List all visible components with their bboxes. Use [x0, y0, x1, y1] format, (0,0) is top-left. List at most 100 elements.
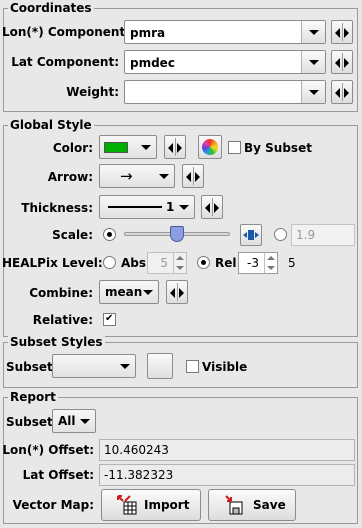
right-arrow-icon	[344, 58, 349, 68]
weight-stepper[interactable]	[331, 80, 353, 104]
thickness-label: Thickness:	[21, 201, 93, 215]
left-arrow-icon	[335, 58, 340, 68]
report-subset-label: Subset:	[6, 415, 58, 429]
global-style-title: Global Style	[8, 118, 94, 132]
checkmark-icon: ✔	[105, 313, 114, 324]
save-label: Save	[253, 498, 286, 512]
lat-component-label: Lat Component:	[11, 55, 119, 69]
scale-value-radio[interactable]	[274, 228, 287, 241]
healpix-effective-level: 5	[288, 256, 296, 270]
color-stepper[interactable]	[164, 135, 186, 159]
scale-value-field[interactable]: 1.9	[291, 224, 355, 246]
report-title: Report	[8, 390, 58, 404]
lon-component-value: pmra	[130, 26, 166, 40]
healpix-rel-radio[interactable]	[197, 256, 210, 269]
subset-styles-title: Subset Styles	[8, 335, 105, 349]
spinner-down-icon[interactable]	[176, 266, 184, 270]
combine-label: Combine:	[29, 286, 93, 300]
subset-styles-subset-select[interactable]	[52, 354, 136, 378]
right-arrow-icon	[344, 88, 349, 98]
arrow-stepper[interactable]	[182, 164, 204, 188]
color-swatch	[104, 142, 128, 153]
lon-component-label: Lon(*) Component:	[2, 25, 131, 39]
lat-component-stepper[interactable]	[331, 50, 353, 74]
scale-label: Scale:	[52, 228, 93, 242]
left-arrow-icon	[170, 288, 175, 298]
chevron-down-icon	[309, 90, 319, 95]
import-button[interactable]: Import	[101, 489, 201, 521]
by-subset-checkbox[interactable]	[228, 141, 241, 154]
spinner-up-icon[interactable]	[176, 256, 184, 260]
arrow-select[interactable]: →	[99, 164, 175, 188]
color-label: Color:	[52, 141, 93, 155]
vector-map-label: Vector Map:	[12, 498, 94, 512]
arrow-label: Arrow:	[47, 170, 93, 184]
thickness-select[interactable]: 1	[99, 195, 195, 219]
color-select[interactable]	[99, 135, 157, 159]
subset-styles-subset-label: Subset:	[6, 360, 58, 374]
lon-component-stepper[interactable]	[331, 20, 353, 44]
healpix-level-label: HEALPix Level:	[2, 256, 103, 270]
right-arrow-icon	[214, 203, 219, 213]
left-arrow-icon	[168, 143, 173, 153]
import-label: Import	[144, 498, 190, 512]
left-arrow-icon	[186, 172, 191, 182]
chevron-down-icon	[159, 174, 169, 179]
left-arrow-icon	[335, 88, 340, 98]
left-arrow-icon	[205, 203, 210, 213]
weight-select[interactable]	[124, 80, 326, 104]
healpix-rel-spinner[interactable]: -3	[238, 252, 278, 274]
report-subset-select[interactable]: All	[52, 409, 96, 433]
lon-component-select[interactable]: pmra	[124, 20, 326, 44]
lat-component-value: pmdec	[130, 56, 175, 70]
chevron-down-icon	[120, 364, 130, 369]
save-table-icon	[225, 495, 243, 515]
report-subset-value: All	[58, 414, 76, 428]
spinner-down-icon[interactable]	[267, 266, 275, 270]
save-button[interactable]: Save	[208, 489, 296, 521]
scale-slider-radio[interactable]	[103, 228, 116, 241]
weight-label: Weight:	[66, 85, 119, 99]
healpix-abs-label: Abs	[121, 256, 147, 270]
right-arrow-icon	[344, 28, 349, 38]
import-table-icon	[117, 495, 137, 515]
healpix-rel-value: -3	[247, 256, 259, 270]
slider-thumb[interactable]	[170, 226, 184, 242]
healpix-abs-radio[interactable]	[103, 256, 116, 269]
scale-auto-button[interactable]	[240, 224, 262, 246]
scale-slider[interactable]	[124, 226, 230, 242]
chevron-down-icon	[309, 30, 319, 35]
lat-component-select[interactable]: pmdec	[124, 50, 326, 74]
combine-stepper[interactable]	[166, 280, 188, 304]
fit-scale-icon	[243, 230, 259, 240]
chevron-down-icon	[80, 419, 90, 424]
arrow-shape-value: →	[120, 167, 133, 185]
healpix-abs-spinner[interactable]: 5	[147, 252, 187, 274]
combine-value: mean	[105, 285, 143, 299]
chevron-down-icon	[143, 290, 153, 295]
lon-offset-value: 10.460243	[99, 439, 355, 461]
lat-offset-value: -11.382323	[99, 464, 355, 486]
chevron-down-icon	[141, 145, 151, 150]
left-arrow-icon	[335, 28, 340, 38]
thickness-line-sample	[108, 206, 162, 208]
spinner-up-icon[interactable]	[267, 256, 275, 260]
by-subset-label: By Subset	[244, 141, 312, 155]
chevron-down-icon	[309, 60, 319, 65]
subset-style-button[interactable]	[147, 353, 173, 379]
healpix-rel-label: Rel	[215, 256, 237, 270]
right-arrow-icon	[179, 288, 184, 298]
color-chooser-button[interactable]	[198, 135, 222, 159]
color-wheel-icon	[202, 139, 218, 155]
relative-checkbox[interactable]: ✔	[103, 313, 116, 326]
healpix-abs-value: 5	[160, 256, 168, 270]
visible-checkbox[interactable]	[186, 360, 199, 373]
thickness-stepper[interactable]	[201, 195, 223, 219]
visible-label: Visible	[202, 360, 248, 374]
lon-offset-label: Lon(*) Offset:	[2, 443, 94, 457]
relative-label: Relative:	[32, 313, 93, 327]
combine-select[interactable]: mean	[99, 280, 159, 304]
lat-offset-label: Lat Offset:	[22, 468, 94, 482]
chevron-down-icon	[179, 205, 189, 210]
coordinates-title: Coordinates	[8, 1, 94, 15]
